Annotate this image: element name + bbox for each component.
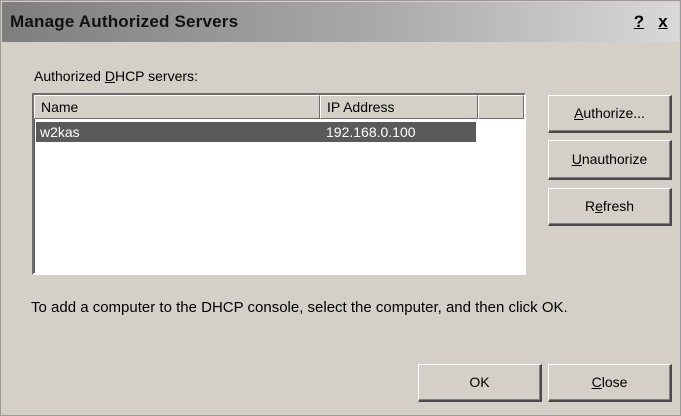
list-item-w2kas[interactable]: w2kas 192.168.0.100 <box>36 122 476 142</box>
refresh-mnemonic: e <box>595 198 603 214</box>
list-header: Name IP Address <box>34 95 524 119</box>
close-label: lose <box>601 374 628 390</box>
title-bar[interactable]: Manage Authorized Servers ? x <box>2 2 679 42</box>
window-title: Manage Authorized Servers <box>10 12 239 31</box>
column-header-ip-address[interactable]: IP Address <box>320 95 478 119</box>
close-glyph: x <box>658 12 668 31</box>
refresh-button[interactable]: Refresh <box>548 188 672 226</box>
unauthorize-label: nauthorize <box>581 151 648 167</box>
unauthorize-mnemonic: U <box>571 151 582 167</box>
authorized-dhcp-servers-label: Authorized DHCP servers: <box>34 68 198 84</box>
column-header-name[interactable]: Name <box>34 95 320 119</box>
manage-authorized-servers-dialog: Manage Authorized Servers ? x Authorized… <box>0 0 681 416</box>
server-ip-address: 192.168.0.100 <box>326 124 416 140</box>
refresh-label-start: R <box>584 198 596 214</box>
refresh-label-end: fresh <box>602 198 635 214</box>
column-header-filler <box>478 95 524 119</box>
server-name: w2kas <box>40 124 80 140</box>
label-mnemonic: D <box>104 68 115 84</box>
unauthorize-button[interactable]: Unauthorize <box>548 140 672 180</box>
label-part-2: HCP servers: <box>114 68 198 84</box>
close-button[interactable]: Close <box>548 364 672 402</box>
authorize-label: uthorize... <box>583 105 645 121</box>
help-icon[interactable]: ? <box>630 13 648 31</box>
label-part-1: Authorized <box>34 68 105 84</box>
close-mnemonic: C <box>591 374 602 390</box>
servers-list[interactable]: Name IP Address w2kas 192.168.0.100 <box>32 93 526 275</box>
close-icon[interactable]: x <box>654 13 672 31</box>
authorize-button[interactable]: Authorize... <box>548 95 672 133</box>
instruction-text: To add a computer to the DHCP console, s… <box>31 299 568 316</box>
help-glyph: ? <box>633 12 645 31</box>
ok-button[interactable]: OK <box>418 364 542 402</box>
